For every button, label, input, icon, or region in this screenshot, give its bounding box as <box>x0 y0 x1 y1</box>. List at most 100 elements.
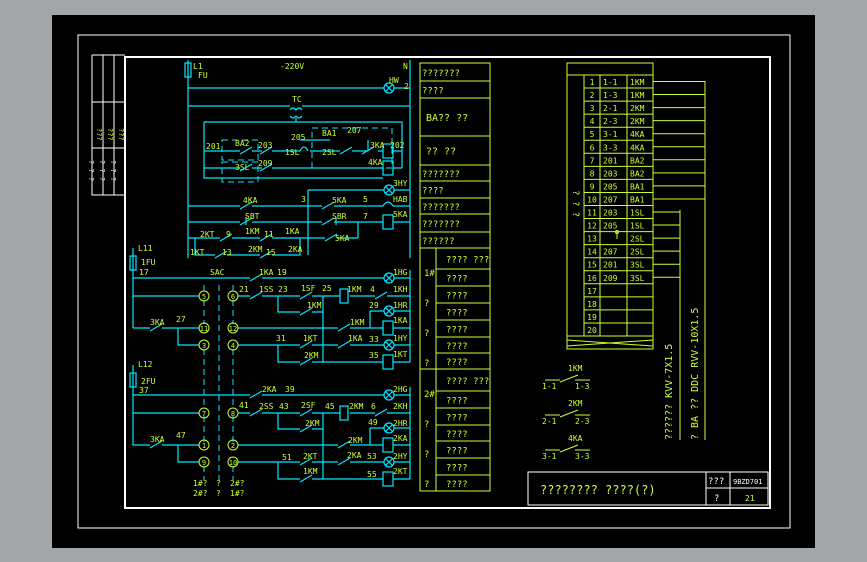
group-side: ? <box>424 420 429 430</box>
schematic-label: 13 <box>222 248 232 257</box>
terminal-number: 2 <box>231 442 235 450</box>
function-row: ???? <box>446 397 468 407</box>
terminal-index: 4 <box>590 117 595 126</box>
schematic-label: SBT <box>245 212 260 221</box>
terminal-device: 3SL <box>630 274 645 283</box>
terminal-index: 7 <box>590 156 595 165</box>
schematic-label: 1HR <box>393 301 408 310</box>
schematic-label: 49 <box>368 418 378 427</box>
terminal-wire: 205 <box>603 182 618 191</box>
terminal-index: 6 <box>590 143 595 152</box>
terminal-index: 15 <box>587 261 597 270</box>
schematic-label: 1SL <box>285 148 300 157</box>
function-row: ??????? <box>422 69 460 79</box>
schematic-label: 207 <box>347 126 362 135</box>
cad-drawing-viewport[interactable]: 5 611 123 47 81 29 10L1FU-220V NHW2TC201 BA2 2031… <box>0 0 867 562</box>
schematic-label: 2#? <box>193 489 208 498</box>
contact-right: 1-3 <box>575 382 590 391</box>
schematic-label: 37 <box>139 386 149 395</box>
schematic-label: 2HY <box>393 452 408 461</box>
group-side: ? <box>424 299 429 309</box>
schematic-label: L1 <box>193 62 203 71</box>
terminal-wire: 207 <box>603 195 618 204</box>
schematic-label: 9 <box>226 230 231 239</box>
function-row: ???? <box>446 480 468 490</box>
drawing-number: 9BZD701 <box>733 478 763 486</box>
contact-right: 2-3 <box>575 417 590 426</box>
terminal-number: 8 <box>231 410 235 418</box>
terminal-device: 3SL <box>630 261 645 270</box>
schematic-label: 1KT <box>190 248 205 257</box>
schematic-label: 1KM <box>303 467 318 476</box>
terminal-device: BA1 <box>630 195 645 204</box>
schematic-label: 1KA <box>348 334 363 343</box>
schematic-label: 35 <box>369 351 379 360</box>
schematic-label: 1KM <box>347 285 362 294</box>
function-row: ???? <box>446 430 468 440</box>
function-row: ???? <box>446 464 468 474</box>
terminal-device: 1SL <box>630 222 645 231</box>
terminal-number: 4 <box>231 342 235 350</box>
schematic-label: 15 <box>266 248 276 257</box>
schematic-label: -220V <box>280 62 304 71</box>
schematic-label: 3 <box>301 195 306 204</box>
schematic-label: 2KT <box>393 467 408 476</box>
drawing-title: ???????? ????(?) <box>540 483 656 497</box>
schematic-label: 5 <box>363 195 368 204</box>
function-row: ???? <box>422 87 444 97</box>
schematic-label: ? <box>216 479 221 488</box>
schematic-label: 2KM <box>349 402 364 411</box>
group-side: ? <box>424 450 429 460</box>
schematic-label: 3HY <box>393 179 408 188</box>
schematic-label: 1KT <box>393 350 408 359</box>
function-row: ???? ??? <box>446 256 489 266</box>
schematic-label: 2KT <box>200 230 215 239</box>
schematic-label: BA1 <box>322 129 337 138</box>
schematic-label: 51 <box>282 453 292 462</box>
schematic-label: 205 <box>291 133 306 142</box>
terminal-wire: 203 <box>603 209 618 218</box>
contact-name: 2KM <box>568 399 583 408</box>
schematic-label: 4KA <box>368 158 383 167</box>
schematic-label: 41 <box>239 401 249 410</box>
schematic-label: 19 <box>277 268 287 277</box>
schematic-label: 25 <box>322 284 332 293</box>
cable-label: ?????? KVV-7X1.5 <box>664 344 675 440</box>
schematic-label: 1HY <box>393 334 408 343</box>
terminal-wire: 203 <box>603 169 618 178</box>
schematic-label: SAC <box>210 268 225 277</box>
schematic-label: 2KA <box>262 385 277 394</box>
terminal-device: 2SL <box>630 235 645 244</box>
terminal-index: 20 <box>587 326 597 335</box>
terminal-wire: 207 <box>603 248 618 257</box>
terminal-index: 9 <box>590 182 595 191</box>
schematic-label: 33 <box>369 335 379 344</box>
schematic-label: 2 <box>404 82 409 91</box>
schematic-label: HAB <box>393 195 408 204</box>
terminal-index: 19 <box>587 313 597 322</box>
schematic-label: 5KA <box>335 234 350 243</box>
terminal-device: BA1 <box>630 182 645 191</box>
terminal-device: 2SL <box>630 248 645 257</box>
terminal-index: 17 <box>587 287 597 296</box>
terminal-device: 1KM <box>630 91 645 100</box>
schematic-label: 1KA <box>285 227 300 236</box>
terminal-number: 5 <box>202 293 206 301</box>
terminal-number: 12 <box>229 325 237 333</box>
schematic-label: 2KM <box>304 351 319 360</box>
contact-left: 3-1 <box>542 452 557 461</box>
schematic-label: L12 <box>138 360 153 369</box>
terminal-wire: 3-3 <box>603 143 618 152</box>
schematic-label: 1KM <box>245 227 260 236</box>
terminal-number: 10 <box>229 459 237 467</box>
schematic-label: 1KA <box>259 268 274 277</box>
schematic-label: 31 <box>276 334 286 343</box>
function-row: ???? <box>446 342 468 352</box>
terminal-side-label: ? ? ? <box>570 190 580 217</box>
terminal-device: BA2 <box>630 169 645 178</box>
strip-text: ??? <box>95 128 103 141</box>
schematic-label: 11 <box>264 230 274 239</box>
schematic-label: 21 <box>239 285 249 294</box>
terminal-wire: 209 <box>603 274 618 283</box>
terminal-wire: 3-1 <box>603 130 618 139</box>
